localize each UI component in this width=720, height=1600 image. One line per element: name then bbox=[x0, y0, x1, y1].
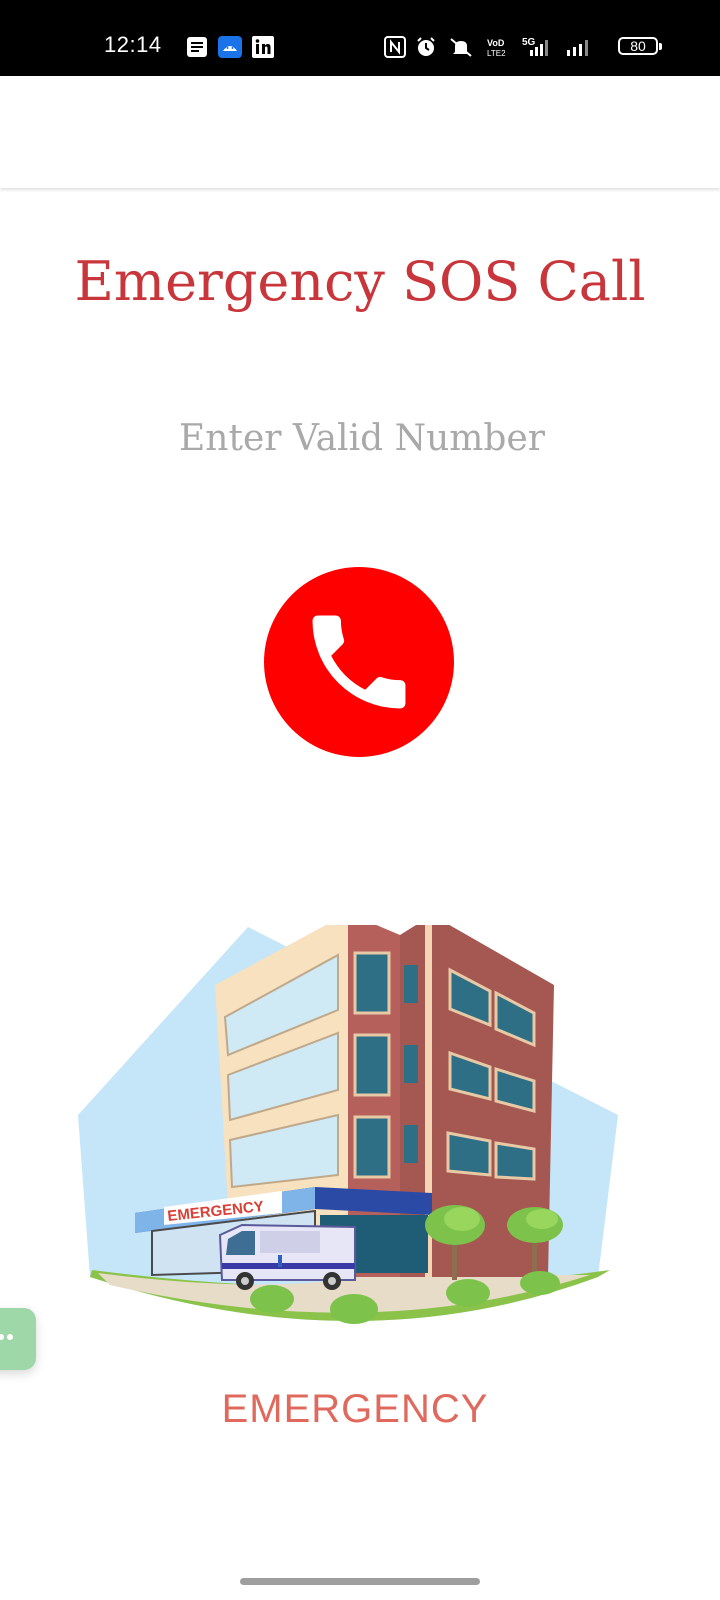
hospital-illustration: EMERGENCY bbox=[78, 925, 618, 1324]
more-dots-icon bbox=[0, 1334, 4, 1340]
phone-number-input[interactable] bbox=[110, 405, 614, 471]
emergency-caption: EMERGENCY bbox=[221, 1387, 489, 1431]
battery-indicator: 80 bbox=[618, 37, 662, 55]
volte-icon: VoD LTE2 bbox=[487, 38, 506, 58]
nfc-icon bbox=[384, 36, 406, 58]
linkedin-icon bbox=[252, 36, 274, 58]
status-time: 12:14 bbox=[104, 32, 162, 57]
svg-text:5G: 5G bbox=[522, 37, 536, 48]
svg-text:LTE2: LTE2 bbox=[487, 49, 506, 58]
page-title: Emergency SOS Call bbox=[74, 250, 646, 313]
app-bar bbox=[0, 76, 720, 188]
alarm-icon bbox=[417, 37, 435, 56]
mute-icon bbox=[450, 38, 472, 57]
status-bar: 12:14 VoD LTE2 5G 80 bbox=[0, 0, 720, 76]
call-button[interactable] bbox=[264, 567, 454, 757]
phone-icon bbox=[312, 615, 406, 709]
home-indicator[interactable] bbox=[240, 1578, 480, 1585]
signal-5g-icon: 5G bbox=[522, 37, 548, 56]
ambulance-illustration bbox=[218, 1223, 356, 1290]
svg-text:VoD: VoD bbox=[487, 38, 505, 48]
floating-assistant-button[interactable] bbox=[0, 1308, 36, 1370]
android-icon bbox=[218, 36, 242, 58]
news-icon bbox=[187, 37, 207, 57]
signal-icon bbox=[567, 40, 588, 56]
